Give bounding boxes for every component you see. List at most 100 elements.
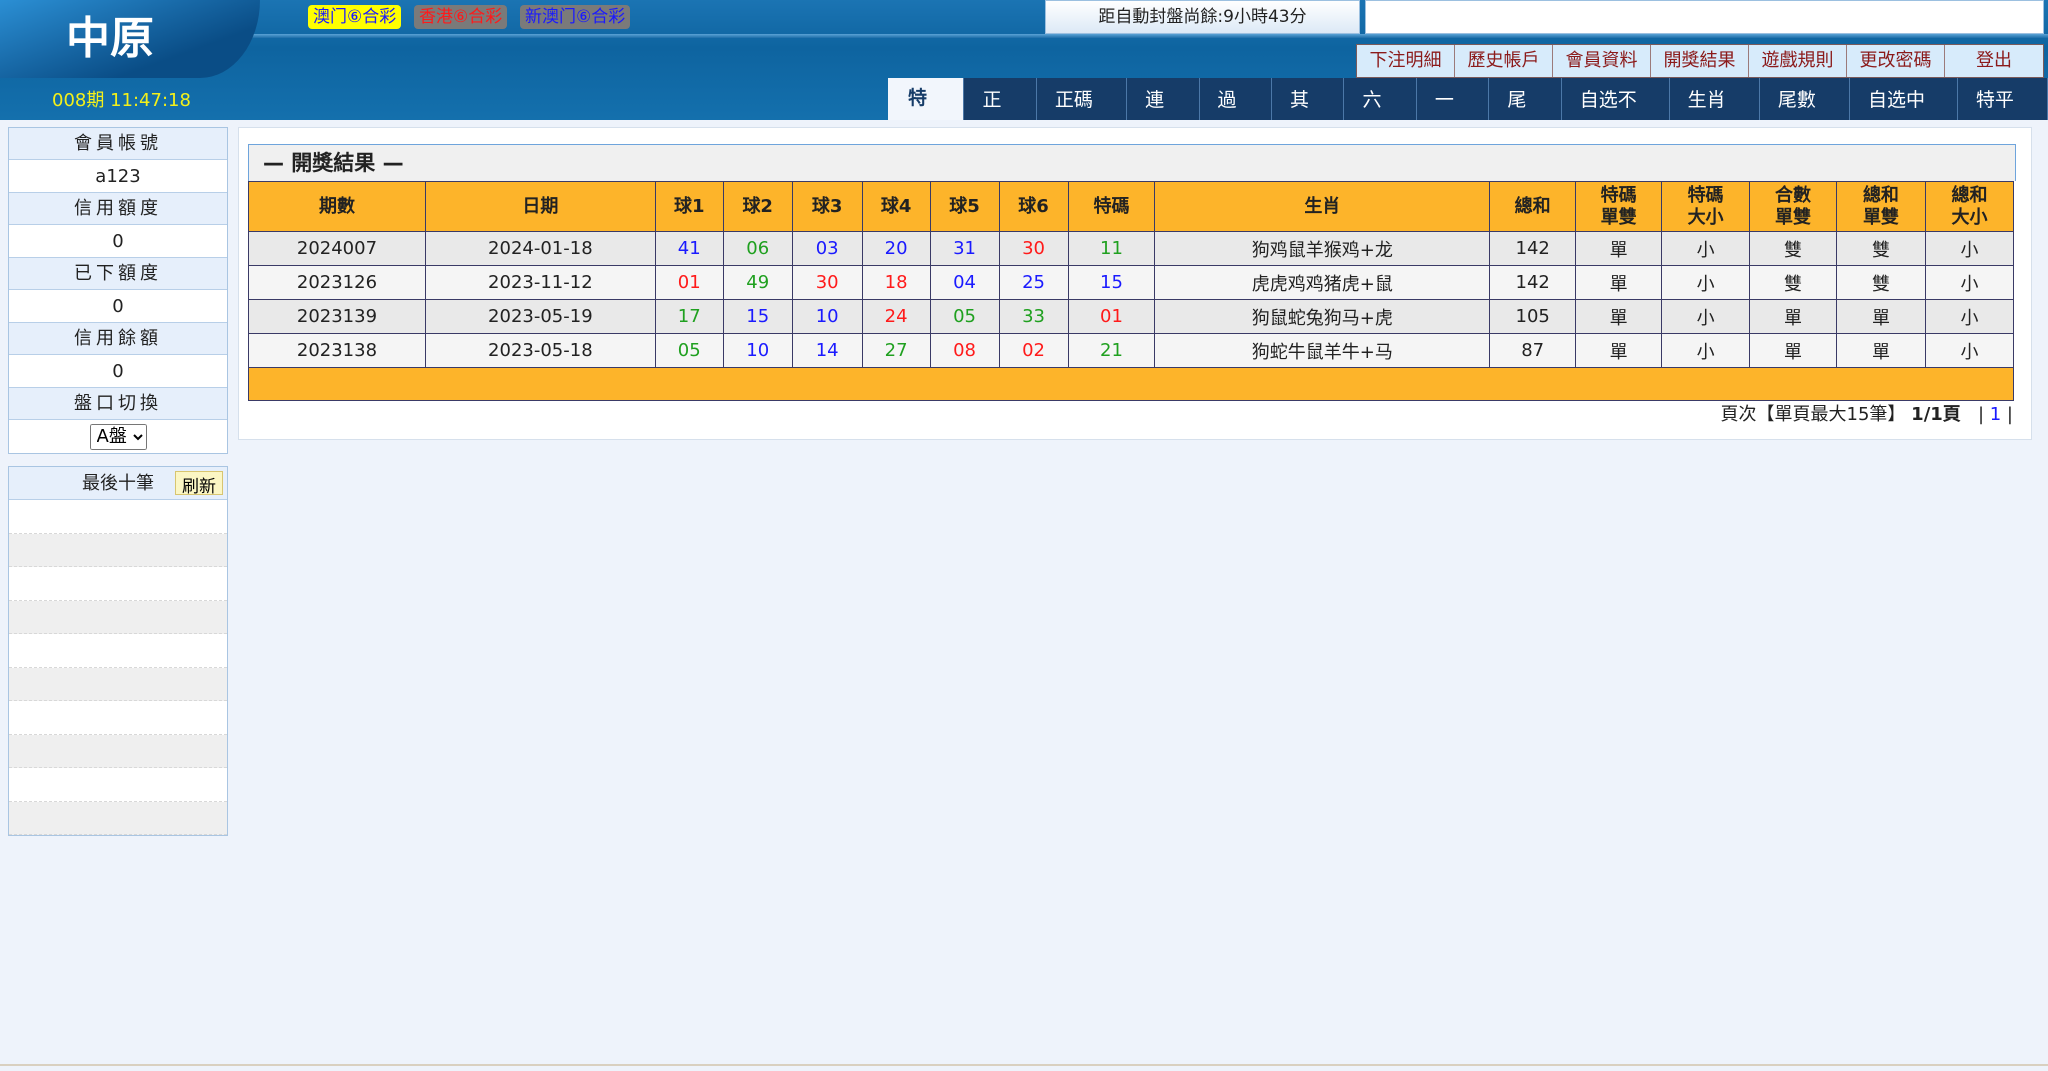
top-menu: 下注明細 歷史帳戶 會員資料 開獎結果 遊戲規則 更改密碼 登出 [1356,44,2044,78]
results-table: 期數 日期 球1 球2 球3 球4 球5 球6 特碼 生肖 總和 特碼 單雙 特碼 大小 合數 單雙 總和 … [248,181,2015,401]
tab-1[interactable]: 特碼 [888,78,965,149]
last-ten-label: 最後十筆 [82,473,154,494]
ball-cell: 15 [722,299,793,334]
zodiac-cell: 虎虎鸡鸡猪虎+鼠 [1154,265,1491,300]
tab-4[interactable]: 連碼 [1127,78,1200,155]
ball-cell: 20 [861,231,931,266]
refresh-button[interactable]: 刷新 [175,471,223,497]
top-menu-item[interactable]: 會員資料 [1553,45,1651,77]
ball-cell: 04 [929,265,1000,300]
tab-2[interactable]: 正碼 [964,78,1037,155]
te-bs-cell: 小 [1661,265,1751,300]
last-ten-row [9,600,227,634]
last-ten-row [9,801,227,835]
balance-label: 信用餘額 [9,323,227,355]
sum-cell: 142 [1489,265,1577,300]
column-header: 日期 [424,181,656,232]
column-header: 球5 [929,181,1000,232]
sum-bs-cell: 小 [1924,299,2015,334]
tab-13[interactable]: 自选中一 [1850,78,1958,155]
plate-select[interactable]: A盤 [89,423,147,450]
sum-oe-cell: 雙 [1835,231,1926,266]
ball-cell: 01 [654,265,724,300]
ball-cell: 14 [791,333,863,368]
top-menu-item[interactable]: 更改密碼 [1847,45,1945,77]
tab-3[interactable]: 正碼特 [1036,78,1128,155]
column-header: 球1 [654,181,724,232]
tab-8[interactable]: 一肖 [1416,78,1490,155]
top-menu-item[interactable]: 下注明細 [1357,45,1455,77]
ball-cell: 06 [722,231,793,266]
table-row: 2024007 2024-01-18 41 06 03 20 31 30 11 狗鸡鼠羊猴鸡+龙 1… [248,231,2015,266]
last-ten-row [9,667,227,701]
last-ten-row [9,734,227,768]
ball-cell: 33 [998,299,1069,334]
column-header: 總和 單雙 [1835,181,1926,232]
special-ball-cell: 15 [1067,265,1156,300]
column-header: 期數 [248,181,426,232]
pager-text: 頁次【單頁最大15筆】 [1720,404,1906,425]
last-ten-row [9,768,227,802]
tab-7[interactable]: 六肖 [1344,78,1417,155]
top-menu-item[interactable]: 登出 [1945,45,2043,77]
last-ten-row [9,567,227,601]
notice-box [1365,0,2044,34]
he-oe-cell: 雙 [1749,265,1837,300]
ball-cell: 03 [791,231,863,266]
lottery-tab[interactable]: 新澳门⑥合彩 [520,5,631,29]
sum-bs-cell: 小 [1924,333,2015,368]
column-header: 球4 [861,181,931,232]
column-header: 球6 [998,181,1069,232]
ball-cell: 08 [929,333,1000,368]
lottery-tab[interactable]: 澳门⑥合彩 [308,5,402,29]
period-cell: 2023138 [248,333,426,368]
date-cell: 2023-11-12 [424,265,656,300]
ball-cell: 10 [722,333,793,368]
last-ten-row [9,500,227,534]
te-oe-cell: 單 [1575,299,1663,334]
account-label: 會員帳號 [9,128,227,160]
last-ten-row [9,533,227,567]
tab-10[interactable]: 自选不中 [1561,78,1670,155]
account-value: a123 [9,160,227,193]
sum-oe-cell: 單 [1835,333,1926,368]
table-row: 2023126 2023-11-12 01 49 30 18 04 25 15 虎虎鸡鸡猪虎+鼠 1… [248,265,2015,300]
tab-9[interactable]: 尾数 [1489,78,1562,155]
last-ten-row [9,634,227,668]
sum-cell: 87 [1489,333,1577,368]
sum-oe-cell: 單 [1835,299,1926,334]
used-label: 已下額度 [9,258,227,290]
column-header: 球3 [791,181,863,232]
footer-line [0,1064,2048,1066]
sum-cell: 105 [1489,299,1577,334]
column-header: 總和 大小 [1924,181,2015,232]
tab-14[interactable]: 特平中 [1957,78,2048,155]
te-oe-cell: 單 [1575,231,1663,266]
te-oe-cell: 單 [1575,265,1663,300]
column-header: 生肖 [1154,181,1491,232]
pagination: 頁次【單頁最大15筆】 1/1頁 | 1 | [1720,404,2013,425]
page-link[interactable]: 1 [1990,404,2001,425]
lottery-tab[interactable]: 香港⑥合彩 [414,5,508,29]
used-value: 0 [9,290,227,323]
sum-bs-cell: 小 [1924,231,2015,266]
tab-11[interactable]: 生肖連 [1669,78,1760,155]
results-title: — 開獎結果 — [248,144,2016,181]
ball-cell: 27 [861,333,931,368]
top-menu-item[interactable]: 開獎結果 [1651,45,1749,77]
ball-cell: 05 [654,333,724,368]
column-header: 合數 單雙 [1749,181,1837,232]
tab-6[interactable]: 其他 [1271,78,1345,155]
credit-label: 信用額度 [9,193,227,225]
header-band [0,34,2048,38]
date-cell: 2023-05-18 [424,333,656,368]
top-menu-item[interactable]: 遊戲規則 [1749,45,1847,77]
tab-5[interactable]: 過關 [1199,78,1272,155]
period-cell: 2024007 [248,231,426,266]
plate-cell: A盤 [9,420,227,453]
member-panel: 會員帳號 a123 信用額度 0 已下額度 0 信用餘額 0 盤口切換 A盤 [8,127,228,454]
tab-12[interactable]: 尾數連 [1759,78,1851,155]
ball-cell: 10 [791,299,863,334]
top-menu-item[interactable]: 歷史帳戶 [1455,45,1553,77]
column-header: 球2 [722,181,793,232]
